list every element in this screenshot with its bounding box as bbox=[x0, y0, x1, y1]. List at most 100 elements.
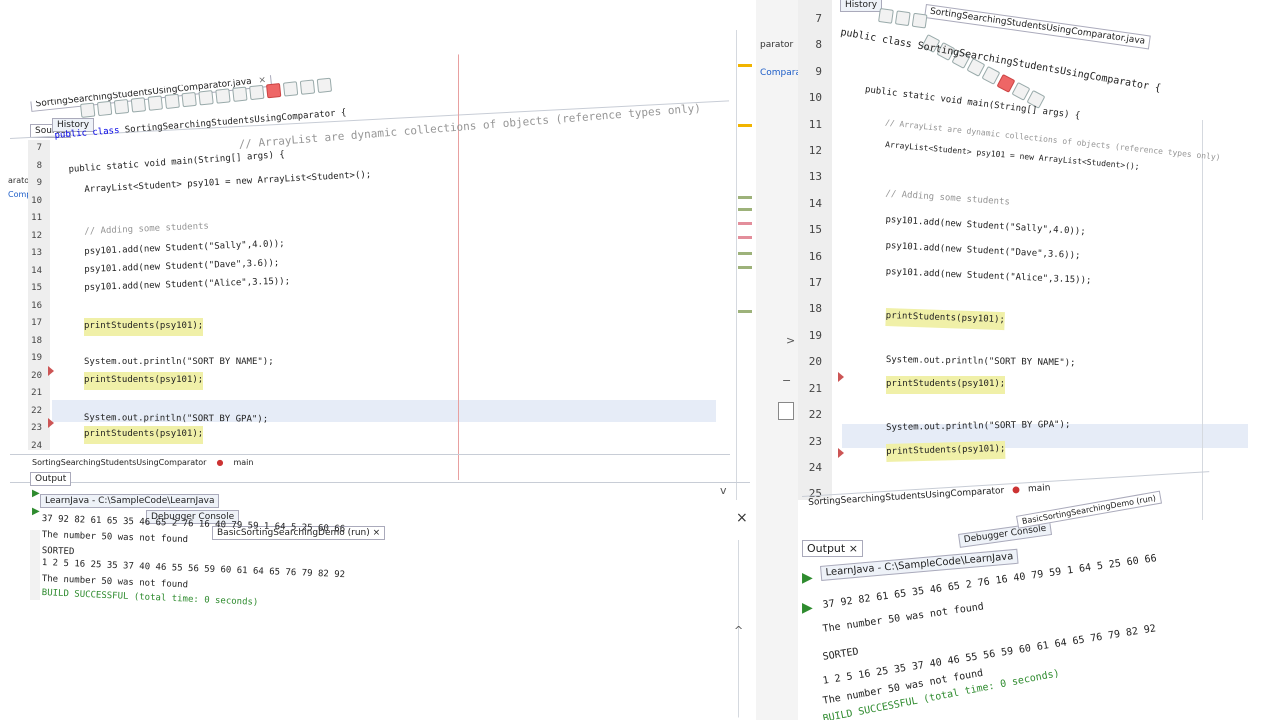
rerun-icon-2[interactable]: ▶ bbox=[802, 600, 813, 616]
toggle-highlight-icon[interactable] bbox=[164, 93, 180, 110]
bookmark-icon[interactable] bbox=[181, 91, 197, 108]
line-number: 15 bbox=[31, 283, 42, 293]
next-bookmark-icon[interactable] bbox=[215, 88, 231, 104]
print-students-call-2[interactable]: printStudents(psy101); bbox=[84, 372, 204, 390]
add-dave-line-right[interactable]: psy101.add(new Student("Dave",3.6)); bbox=[885, 238, 1081, 266]
left-ide-window: SortingSearchingStudentsUsingComparator.… bbox=[8, 22, 756, 720]
prev-bookmark-icon[interactable] bbox=[198, 90, 214, 106]
project-pane-label-r2: Comparat bbox=[760, 68, 805, 78]
error-marker-icon bbox=[838, 372, 844, 382]
output-tab-label: Debugger Console bbox=[963, 523, 1047, 546]
comment-adding[interactable]: // Adding some students bbox=[84, 219, 209, 242]
find-icon[interactable] bbox=[113, 98, 130, 115]
stop-macro-icon[interactable] bbox=[282, 81, 299, 97]
breadcrumb-method[interactable]: main bbox=[1028, 483, 1051, 494]
comment-adding-right[interactable]: // Adding some students bbox=[885, 186, 1011, 212]
stripe-mark[interactable] bbox=[738, 196, 752, 199]
output-tab-learnjava[interactable]: LearnJava - C:\SampleCode\LearnJava bbox=[40, 494, 220, 508]
print-students-call-3-right[interactable]: printStudents(psy101); bbox=[886, 440, 1006, 462]
line-number: 11 bbox=[31, 213, 42, 223]
output-title: Output bbox=[807, 542, 846, 555]
line-number: 16 bbox=[31, 300, 42, 311]
print-students-call-2-right[interactable]: printStudents(psy101); bbox=[886, 376, 1006, 394]
close-tab-icon[interactable]: × bbox=[373, 528, 381, 538]
history-tab-right[interactable]: History bbox=[840, 0, 883, 12]
output-tab-label: BasicSortingSearchingDemo (run) bbox=[1021, 493, 1157, 526]
output-line-3: SORTED bbox=[41, 546, 75, 558]
scroll-down-icon[interactable]: v bbox=[720, 484, 727, 497]
println-sort-by-gpa-right[interactable]: System.out.println("SORT BY GPA"); bbox=[886, 417, 1071, 438]
line-number: 18 bbox=[808, 302, 822, 316]
print-students-call-1-right[interactable]: printStudents(psy101); bbox=[885, 308, 1006, 330]
add-sally-line-right[interactable]: psy101.add(new Student("Sally",4.0)); bbox=[885, 212, 1086, 242]
rerun-icon-2[interactable]: ▶ bbox=[32, 506, 40, 517]
println-sort-by-name[interactable]: System.out.println("SORT BY NAME"); bbox=[84, 354, 274, 372]
line-number: 24 bbox=[808, 460, 822, 474]
breadcrumb-method[interactable]: main bbox=[233, 458, 253, 467]
editor-scrollbar-right[interactable] bbox=[1202, 120, 1203, 520]
print-students-call-3[interactable]: printStudents(psy101); bbox=[84, 426, 204, 444]
line-number: 14 bbox=[808, 196, 822, 210]
line-number: 17 bbox=[31, 318, 42, 328]
shift-left-icon[interactable] bbox=[232, 86, 248, 102]
line-number: 19 bbox=[31, 353, 42, 363]
editor-scrollbar[interactable] bbox=[736, 30, 737, 500]
line-number: 10 bbox=[808, 91, 822, 105]
stripe-mark[interactable] bbox=[738, 252, 752, 255]
scroll-right-icon[interactable]: > bbox=[786, 334, 795, 347]
line-number: 8 bbox=[36, 160, 42, 171]
line-number: 18 bbox=[31, 335, 42, 346]
println-sort-by-name-right[interactable]: System.out.println("SORT BY NAME"); bbox=[886, 352, 1076, 373]
line-number: 7 bbox=[36, 143, 42, 153]
line-number: 22 bbox=[31, 405, 42, 416]
breadcrumb-right: SortingSearchingStudentsUsingComparator … bbox=[808, 483, 1051, 508]
output-window-tab-right[interactable]: Output × bbox=[802, 540, 863, 557]
stripe-mark[interactable] bbox=[738, 310, 752, 313]
back-icon[interactable] bbox=[878, 8, 894, 24]
stripe-mark[interactable] bbox=[738, 208, 752, 211]
add-alice-line-right[interactable]: psy101.add(new Student("Alice",3.15)); bbox=[885, 264, 1091, 290]
line-number: 16 bbox=[808, 249, 822, 263]
project-pane-label-r1: parator bbox=[760, 40, 794, 50]
forward-icon[interactable] bbox=[96, 100, 113, 117]
find-prev-icon[interactable] bbox=[130, 97, 147, 113]
line-number: 12 bbox=[31, 230, 42, 241]
find-icon[interactable] bbox=[911, 12, 928, 29]
rerun-icon[interactable]: ▶ bbox=[802, 570, 813, 586]
line-number: 20 bbox=[31, 370, 42, 381]
output-tab-run-right[interactable]: BasicSortingSearchingDemo (run) bbox=[1016, 490, 1162, 529]
print-students-call-1[interactable]: printStudents(psy101); bbox=[84, 318, 204, 336]
rerun-icon[interactable]: ▶ bbox=[32, 488, 40, 499]
close-output-icon[interactable]: × bbox=[849, 542, 858, 555]
minimize-icon[interactable]: − bbox=[782, 374, 791, 387]
line-number: 19 bbox=[808, 328, 822, 342]
close-output-icon[interactable]: × bbox=[736, 510, 748, 526]
output-window-tab[interactable]: Output bbox=[30, 472, 72, 486]
error-stripe-mark[interactable] bbox=[738, 222, 752, 225]
line-number: 11 bbox=[808, 117, 822, 131]
find-next-icon[interactable] bbox=[147, 95, 164, 111]
output-line-6: BUILD SUCCESSFUL (total time: 0 seconds) bbox=[41, 588, 259, 608]
back-icon[interactable] bbox=[80, 102, 96, 118]
line-number: 13 bbox=[808, 170, 822, 184]
warning-stripe-mark[interactable] bbox=[738, 124, 752, 127]
line-number: 9 bbox=[815, 64, 822, 78]
line-number: 9 bbox=[36, 178, 42, 188]
forward-icon[interactable] bbox=[894, 10, 911, 27]
error-stripe-mark[interactable] bbox=[738, 236, 752, 239]
start-macro-icon[interactable] bbox=[265, 82, 282, 99]
output-scroll-up-icon[interactable]: ^ bbox=[734, 624, 743, 637]
breadcrumb-class[interactable]: SortingSearchingStudentsUsingComparator bbox=[32, 458, 206, 467]
output-line-2: The number 50 was not found bbox=[41, 530, 189, 546]
file-tab-label: SortingSearchingStudentsUsingComparator.… bbox=[929, 6, 1146, 47]
history-tab-label: History bbox=[845, 0, 878, 10]
comment-icon[interactable] bbox=[299, 79, 316, 95]
output-title: Output bbox=[35, 474, 67, 484]
stripe-mark[interactable] bbox=[738, 266, 752, 269]
warning-stripe-mark[interactable] bbox=[738, 64, 752, 67]
editor-file-tab-right[interactable]: SortingSearchingStudentsUsingComparator.… bbox=[924, 4, 1151, 50]
output-tab-label: LearnJava - C:\SampleCode\LearnJava bbox=[45, 496, 215, 506]
restore-window-icon[interactable] bbox=[778, 402, 794, 420]
uncomment-icon[interactable] bbox=[316, 77, 333, 94]
shift-right-icon[interactable] bbox=[249, 84, 265, 101]
